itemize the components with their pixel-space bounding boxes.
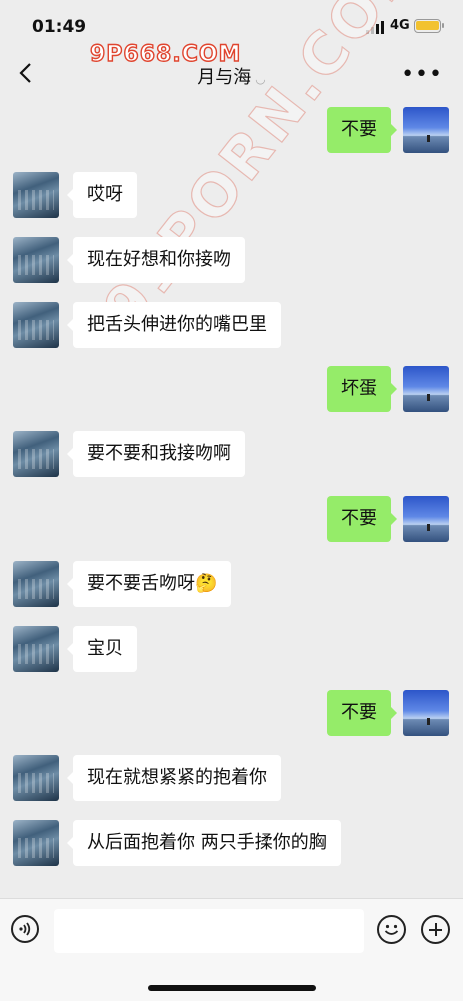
contact-name: 月与海: [197, 67, 252, 88]
my-avatar[interactable]: [403, 366, 449, 412]
message-bubble[interactable]: 现在就想紧紧的抱着你: [67, 755, 281, 801]
message-bubble[interactable]: 要不要和我接吻啊: [67, 431, 245, 477]
contact-avatar[interactable]: [13, 561, 59, 607]
message-bubble[interactable]: 哎呀: [67, 172, 137, 218]
voice-icon[interactable]: [11, 915, 39, 943]
network-type: 4G: [390, 18, 410, 33]
status-time: 01:49: [32, 17, 87, 37]
contact-avatar[interactable]: [13, 302, 59, 348]
plus-icon[interactable]: [421, 915, 450, 944]
message-bubble[interactable]: 从后面抱着你 两只手揉你的胸: [67, 820, 341, 866]
contact-avatar[interactable]: [13, 431, 59, 477]
contact-avatar[interactable]: [13, 626, 59, 672]
battery-icon: [414, 19, 444, 33]
home-indicator: [148, 985, 316, 991]
message-bubble[interactable]: 现在好想和你接吻: [67, 237, 245, 283]
message-bubble[interactable]: 宝贝: [67, 626, 137, 672]
message-bubble[interactable]: 坏蛋: [327, 366, 397, 412]
contact-avatar[interactable]: [13, 172, 59, 218]
message-bubble[interactable]: 不要: [327, 107, 397, 153]
emoji-icon[interactable]: [377, 915, 406, 944]
ear-icon: ◡: [255, 72, 266, 86]
message-bubble[interactable]: 不要: [327, 690, 397, 736]
my-avatar[interactable]: [403, 690, 449, 736]
signal-icon: [366, 21, 386, 34]
my-avatar[interactable]: [403, 107, 449, 153]
message-input[interactable]: [54, 909, 364, 953]
message-bubble[interactable]: 把舌头伸进你的嘴巴里: [67, 302, 281, 348]
more-dots-icon[interactable]: •••: [401, 62, 443, 87]
contact-avatar[interactable]: [13, 237, 59, 283]
contact-avatar[interactable]: [13, 820, 59, 866]
message-bubble[interactable]: 要不要舌吻呀🤔: [66, 561, 232, 607]
contact-avatar[interactable]: [13, 755, 59, 801]
watermark-logo: 9P668.COM: [89, 41, 242, 67]
my-avatar[interactable]: [403, 496, 449, 542]
message-bubble[interactable]: 不要: [327, 496, 397, 542]
